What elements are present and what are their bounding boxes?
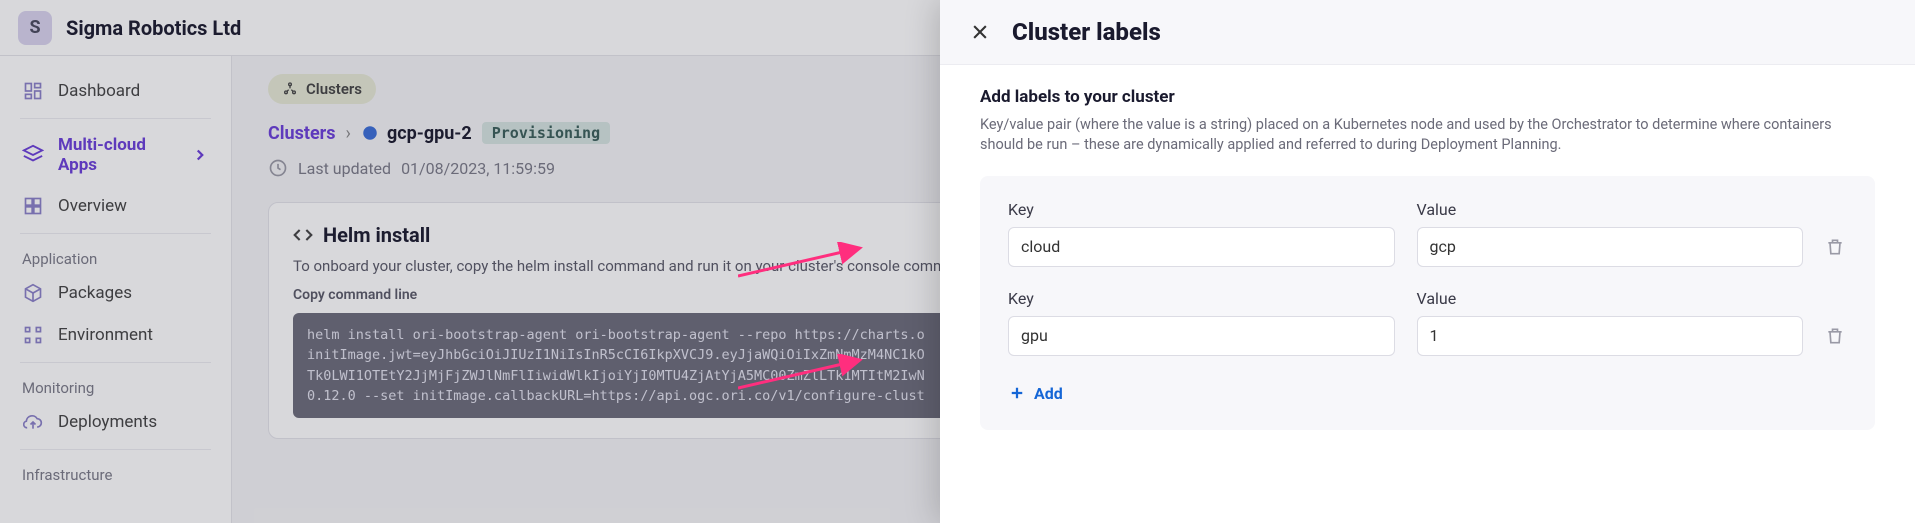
sidebar-item-dashboard[interactable]: Dashboard [0, 70, 231, 112]
sidebar-item-overview[interactable]: Overview [0, 185, 231, 227]
value-field: Value [1417, 289, 1804, 356]
value-field: Value [1417, 200, 1804, 267]
value-label: Value [1417, 200, 1804, 219]
sidebar-label: Environment [58, 325, 153, 345]
status-badge: Provisioning [482, 122, 610, 144]
dashboard-icon [22, 80, 44, 102]
helm-title: Helm install [323, 223, 430, 247]
sidebar: Dashboard Multi-cloud Apps Overview Appl… [0, 56, 232, 523]
key-input[interactable] [1008, 316, 1395, 356]
org-name: Sigma Robotics Ltd [66, 16, 241, 40]
layers-icon [22, 144, 44, 166]
key-field: Key [1008, 289, 1395, 356]
sidebar-item-environment[interactable]: Environment [0, 314, 231, 356]
cluster-name: gcp-gpu-2 [387, 123, 472, 144]
sidebar-section-application: Application [0, 240, 231, 272]
sidebar-section-monitoring: Monitoring [0, 369, 231, 401]
divider [20, 233, 211, 234]
drawer-title: Cluster labels [1012, 18, 1161, 46]
sidebar-label: Packages [58, 283, 132, 303]
breadcrumb-clusters[interactable]: Clusters [268, 123, 336, 144]
divider [20, 449, 211, 450]
sidebar-label: Dashboard [58, 81, 140, 101]
sidebar-item-deployments[interactable]: Deployments [0, 401, 231, 443]
clusters-pill[interactable]: Clusters [268, 74, 376, 104]
key-label: Key [1008, 289, 1395, 308]
intro-title: Add labels to your cluster [980, 87, 1875, 107]
clock-icon [268, 158, 288, 178]
cluster-pill-icon [282, 81, 298, 97]
clusters-pill-label: Clusters [306, 80, 362, 98]
value-input[interactable] [1417, 227, 1804, 267]
value-input[interactable] [1417, 316, 1804, 356]
provider-icon [361, 124, 379, 142]
delete-row-button[interactable] [1825, 237, 1847, 259]
plus-icon [1008, 384, 1026, 402]
environment-icon [22, 324, 44, 346]
drawer-header: Cluster labels [940, 0, 1915, 65]
sidebar-item-packages[interactable]: Packages [0, 272, 231, 314]
drawer-body: Add labels to your cluster Key/value pai… [940, 65, 1915, 452]
cluster-labels-drawer: Cluster labels Add labels to your cluste… [940, 0, 1915, 523]
breadcrumb-sep: › [346, 123, 351, 144]
labels-box: Key Value Key Value [980, 176, 1875, 431]
sidebar-section-infrastructure: Infrastructure [0, 456, 231, 488]
label-row: Key Value [1008, 289, 1847, 356]
delete-row-button[interactable] [1825, 326, 1847, 348]
value-label: Value [1417, 289, 1804, 308]
close-button[interactable] [968, 20, 992, 44]
breadcrumb-cluster: gcp-gpu-2 [361, 123, 472, 144]
divider [20, 118, 211, 119]
grid-icon [22, 195, 44, 217]
sidebar-label: Multi-cloud Apps [58, 135, 177, 175]
updated-value: 01/08/2023, 11:59:59 [401, 159, 555, 178]
package-icon [22, 282, 44, 304]
sidebar-label: Deployments [58, 412, 157, 432]
key-input[interactable] [1008, 227, 1395, 267]
add-label-button[interactable]: Add [1008, 384, 1063, 403]
key-field: Key [1008, 200, 1395, 267]
intro-text: Key/value pair (where the value is a str… [980, 115, 1875, 156]
updated-label: Last updated [298, 159, 391, 178]
divider [20, 362, 211, 363]
sidebar-label: Overview [58, 196, 127, 216]
sidebar-item-multicloud[interactable]: Multi-cloud Apps [0, 125, 231, 185]
cloud-upload-icon [22, 411, 44, 433]
label-row: Key Value [1008, 200, 1847, 267]
org-badge: S [18, 11, 52, 45]
code-icon [293, 225, 313, 245]
key-label: Key [1008, 200, 1395, 219]
add-label-text: Add [1034, 384, 1063, 403]
chevron-right-icon [191, 146, 209, 164]
